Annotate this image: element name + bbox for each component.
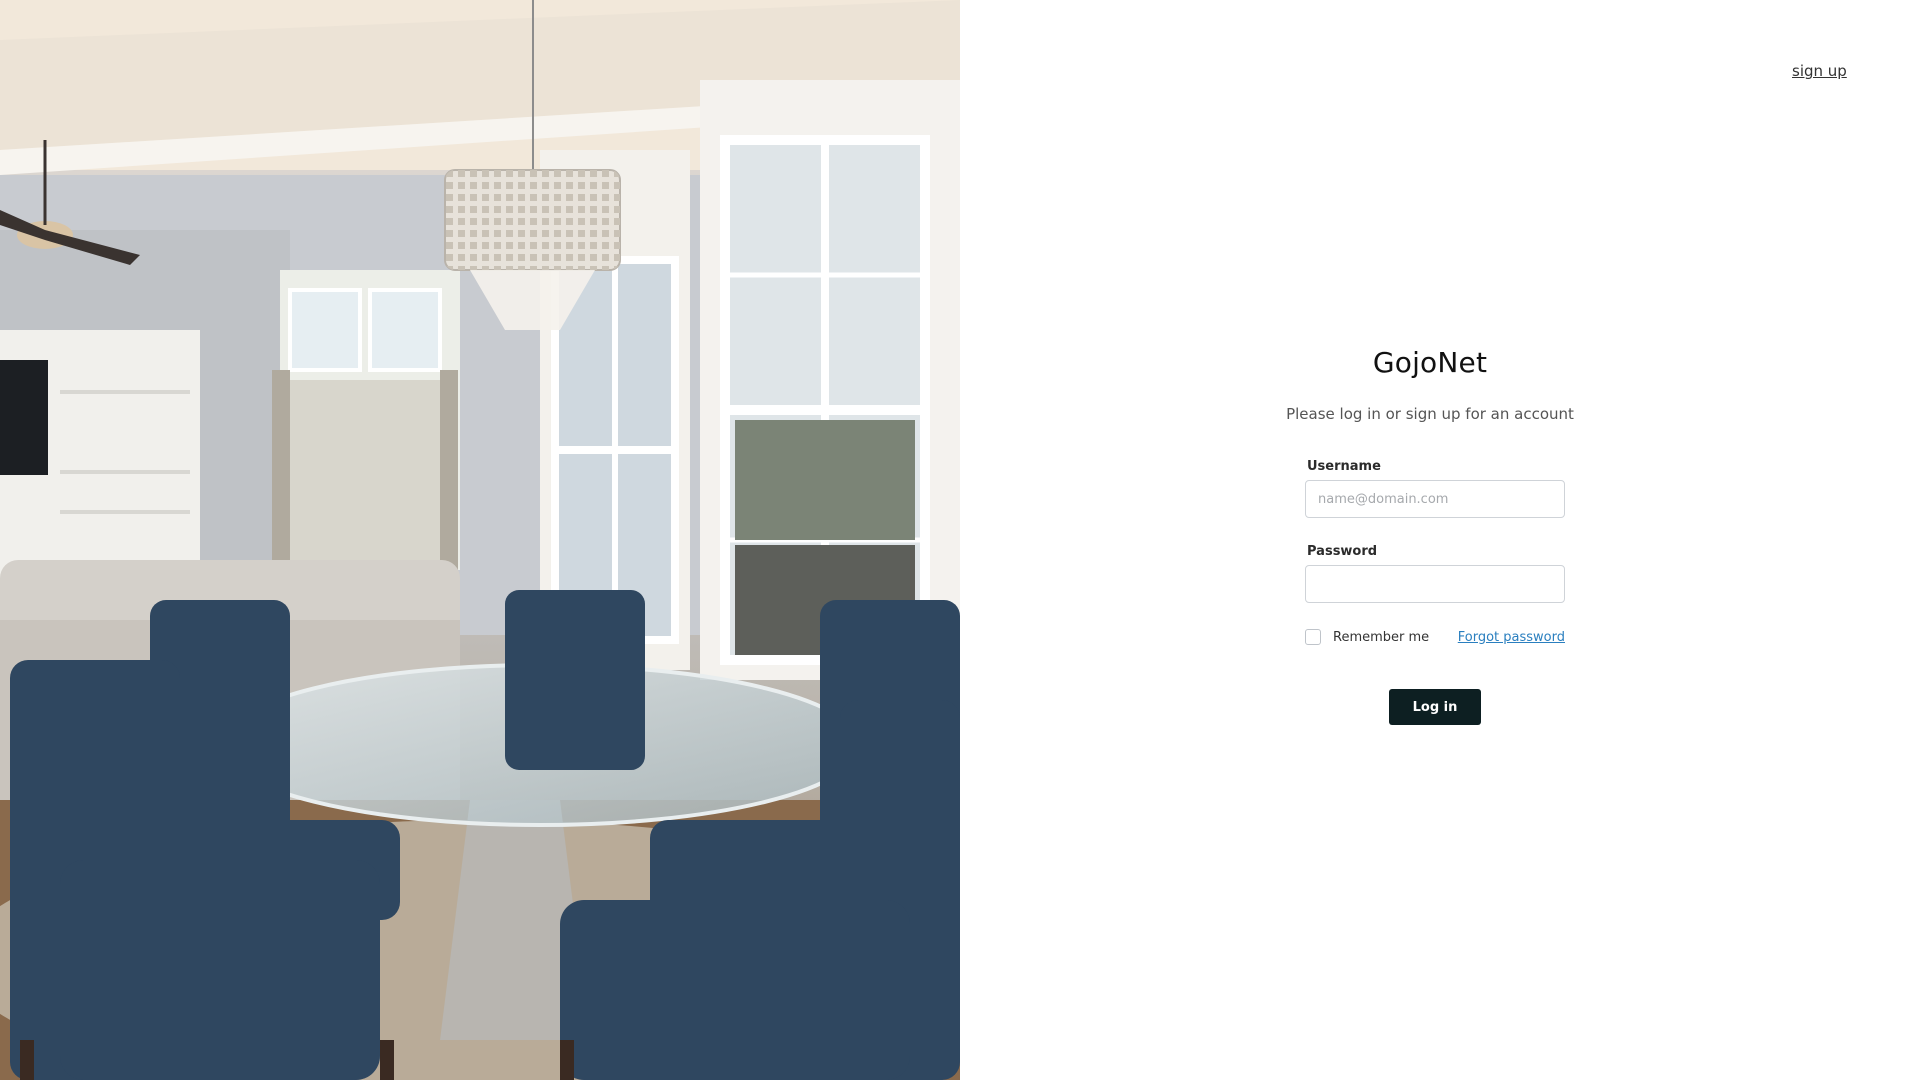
app-title: GojoNet (1372, 346, 1488, 379)
login-button-row: Log in (1305, 689, 1565, 725)
remember-me-label: Remember me (1333, 629, 1430, 645)
log-in-button[interactable]: Log in (1389, 689, 1481, 725)
password-input[interactable] (1305, 565, 1565, 603)
hero-photo (0, 0, 960, 1080)
password-group: Password (1305, 544, 1565, 603)
login-page: sign up GojoNet Please log in or sign up… (0, 0, 1920, 1080)
username-group: Username (1305, 459, 1565, 518)
forgot-password-link[interactable]: Forgot password (1458, 630, 1565, 645)
username-input[interactable] (1305, 480, 1565, 518)
remember-me-checkbox[interactable] (1305, 629, 1321, 645)
login-subtitle: Please log in or sign up for an account (1286, 405, 1574, 423)
login-form: Username Password Remember me Forgot pas… (1305, 459, 1565, 725)
sign-up-link[interactable]: sign up (1792, 62, 1847, 80)
username-label: Username (1307, 459, 1381, 474)
login-card: GojoNet Please log in or sign up for an … (1280, 340, 1580, 725)
login-options-row: Remember me Forgot password (1305, 629, 1565, 645)
password-label: Password (1307, 544, 1378, 559)
remember-me-control[interactable]: Remember me (1305, 629, 1429, 645)
